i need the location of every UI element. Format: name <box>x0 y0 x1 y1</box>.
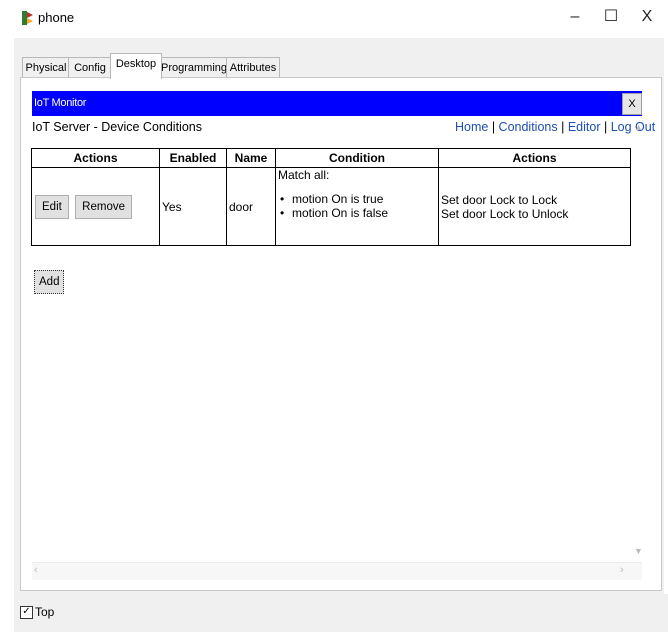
chevron-up-icon[interactable]: ▲ <box>634 122 643 132</box>
packet-tracer-icon <box>20 10 34 26</box>
title-bar: phone – ☐ X <box>0 0 668 36</box>
column-header-enabled: Enabled <box>159 148 227 168</box>
edit-button[interactable]: Edit <box>35 194 69 219</box>
close-window-button[interactable]: X <box>632 6 662 28</box>
table-header-row: Actions Enabled Name Condition Actions <box>31 148 631 168</box>
condition-item: motion On is false <box>292 206 438 220</box>
iot-monitor-close-button[interactable]: X <box>622 93 642 115</box>
nav-links: Home | Conditions | Editor | Log Out <box>455 120 655 134</box>
page-title: IoT Server - Device Conditions <box>32 120 202 134</box>
nav-separator: | <box>488 120 499 134</box>
nav-conditions-link[interactable]: Conditions <box>499 120 558 134</box>
minimize-button[interactable]: – <box>560 6 590 28</box>
top-checkbox-label: Top <box>35 605 55 619</box>
column-header-name: Name <box>226 148 276 168</box>
column-header-actions: Actions <box>31 148 160 168</box>
remove-button[interactable]: Remove <box>75 194 132 219</box>
condition-cell: Match all: motion On is true motion On i… <box>275 167 439 246</box>
tab-attributes[interactable]: Attributes <box>226 57 280 78</box>
condition-list: motion On is true motion On is false <box>278 192 438 220</box>
nav-separator: | <box>600 120 611 134</box>
top-checkbox[interactable]: ✓ <box>20 606 33 619</box>
chevron-down-icon[interactable]: ▼ <box>634 546 643 556</box>
chevron-right-icon[interactable]: › <box>620 564 624 576</box>
column-header-condition: Condition <box>275 148 439 168</box>
nav-home-link[interactable]: Home <box>455 120 488 134</box>
window-title: phone <box>38 10 75 25</box>
maximize-button[interactable]: ☐ <box>596 6 626 28</box>
horizontal-scrollbar[interactable]: ‹ › <box>32 562 642 580</box>
nav-separator: | <box>557 120 568 134</box>
actions-result-cell: Set door Lock to Lock Set door Lock to U… <box>438 167 631 246</box>
condition-item: motion On is true <box>292 192 438 206</box>
name-cell: door <box>226 167 276 246</box>
nav-logout-link[interactable]: Log Out <box>611 120 655 134</box>
chevron-left-icon[interactable]: ‹ <box>34 564 38 576</box>
window-edge <box>10 0 12 632</box>
nav-editor-link[interactable]: Editor <box>568 120 601 134</box>
row-actions-cell: Edit Remove <box>31 167 160 246</box>
table-row: Edit Remove Yes door Match all: motion O… <box>31 167 631 246</box>
iot-monitor-header: IoT Monitor X <box>32 91 642 116</box>
iot-monitor-title: IoT Monitor <box>34 97 87 109</box>
tab-desktop[interactable]: Desktop <box>110 53 162 79</box>
tab-physical[interactable]: Physical <box>22 57 70 78</box>
action-item: Set door Lock to Lock <box>441 192 558 207</box>
add-button[interactable]: Add <box>34 270 65 294</box>
condition-match-label: Match all: <box>278 168 330 182</box>
tab-programming[interactable]: Programming <box>160 57 228 78</box>
conditions-table: Actions Enabled Name Condition Actions E… <box>31 148 631 246</box>
enabled-cell: Yes <box>159 167 227 246</box>
action-item: Set door Lock to Unlock <box>441 206 569 221</box>
bottom-bar <box>14 594 668 632</box>
tab-config[interactable]: Config <box>68 57 112 78</box>
column-header-actions-result: Actions <box>438 148 631 168</box>
